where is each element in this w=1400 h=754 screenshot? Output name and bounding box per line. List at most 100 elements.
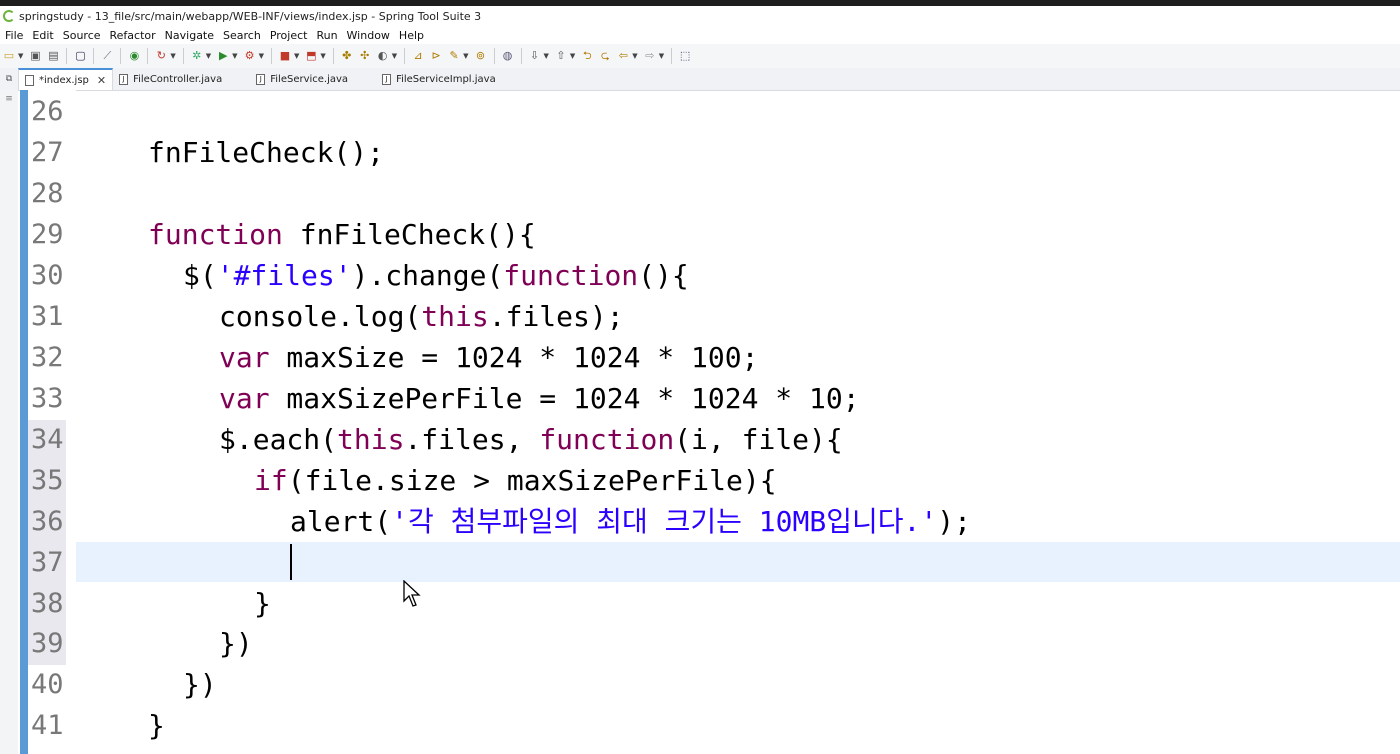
- stop-icon[interactable]: ■: [278, 49, 292, 63]
- menu-project[interactable]: Project: [270, 29, 308, 42]
- string-token: '#files': [216, 259, 352, 292]
- tab-label: FileController.java: [133, 73, 223, 85]
- code-line-40[interactable]: }): [183, 665, 217, 705]
- code-text: (i, file){: [674, 423, 843, 456]
- chevron-down-icon[interactable]: ▼: [18, 52, 23, 60]
- code-line-35[interactable]: if(file.size > maxSizePerFile){: [254, 461, 777, 501]
- line-number: 39: [31, 628, 64, 659]
- code-line-41[interactable]: }: [148, 706, 165, 746]
- outline-icon[interactable]: ≡: [4, 94, 14, 104]
- menu-file[interactable]: File: [5, 29, 23, 42]
- next-annotation-icon[interactable]: ⇩: [528, 49, 542, 63]
- tab-file-controller[interactable]: J FileController.java: [113, 68, 228, 90]
- new-class-icon[interactable]: ✣: [358, 49, 372, 63]
- code-text: }: [148, 709, 165, 742]
- keyword-token: if: [254, 464, 288, 497]
- toolbar-separator: [404, 48, 406, 64]
- keyword-token: function: [539, 423, 675, 456]
- chevron-down-icon[interactable]: ▼: [320, 52, 325, 60]
- open-type-icon[interactable]: ⊿: [411, 49, 425, 63]
- menu-refactor[interactable]: Refactor: [110, 29, 156, 42]
- pin-editor-icon[interactable]: ⬚: [678, 49, 692, 63]
- tab-label: *index.jsp: [39, 74, 89, 86]
- code-line-29[interactable]: function fnFileCheck(){: [148, 215, 536, 255]
- forward-icon[interactable]: ⇨: [643, 49, 657, 63]
- menu-window[interactable]: Window: [347, 29, 390, 42]
- keyword-token: this: [337, 423, 405, 456]
- code-line-32[interactable]: var maxSize = 1024 * 1024 * 100;: [219, 338, 758, 378]
- new-icon[interactable]: ▭: [2, 49, 16, 63]
- code-line-34[interactable]: $.each(this.files, function(i, file){: [219, 420, 843, 460]
- tab-file-service[interactable]: J FileService.java: [250, 68, 354, 90]
- code-text: );: [937, 505, 971, 538]
- java-file-icon: J: [119, 73, 129, 85]
- new-spring-project-icon[interactable]: ✤: [340, 49, 354, 63]
- last-edit-icon[interactable]: ⮌: [580, 49, 594, 63]
- line-number: 31: [31, 301, 64, 332]
- chevron-down-icon[interactable]: ▼: [392, 52, 397, 60]
- chevron-down-icon[interactable]: ▼: [206, 52, 211, 60]
- chevron-down-icon[interactable]: ▼: [659, 52, 664, 60]
- server-start-icon[interactable]: ◉: [127, 49, 141, 63]
- menu-run[interactable]: Run: [316, 29, 337, 42]
- menu-source[interactable]: Source: [63, 29, 101, 42]
- code-text: $(: [183, 259, 217, 292]
- line-number: 36: [31, 506, 64, 537]
- menu-edit[interactable]: Edit: [32, 29, 53, 42]
- globe-icon[interactable]: ◍: [501, 49, 515, 63]
- new-package-icon[interactable]: ◐: [376, 49, 390, 63]
- debug-icon[interactable]: ✲: [190, 49, 204, 63]
- code-line-38[interactable]: }: [254, 584, 271, 624]
- mouse-pointer-icon: [403, 580, 421, 607]
- code-line-30[interactable]: $('#files').change(function(){: [183, 256, 689, 296]
- back-icon[interactable]: ⇦: [616, 49, 630, 63]
- code-text: $.each(: [219, 423, 338, 456]
- code-line-39[interactable]: }): [219, 624, 253, 664]
- code-line-33[interactable]: var maxSizePerFile = 1024 * 1024 * 10;: [219, 379, 860, 419]
- tab-file-service-impl[interactable]: J FileServiceImpl.java: [376, 68, 502, 90]
- menu-help[interactable]: Help: [399, 29, 424, 42]
- chevron-down-icon[interactable]: ▼: [544, 52, 549, 60]
- chevron-down-icon[interactable]: ▼: [570, 52, 575, 60]
- deploy-icon[interactable]: ⬒: [304, 49, 318, 63]
- toolbar-separator: [182, 48, 184, 64]
- prev-annotation-icon[interactable]: ⇧: [554, 49, 568, 63]
- restore-icon[interactable]: ⧉: [2, 72, 16, 86]
- code-line-36[interactable]: alert('각 첨부파일의 최대 크기는 10MB입니다.');: [290, 502, 971, 542]
- line-number: 30: [31, 260, 64, 291]
- run-tools-icon[interactable]: ⚙: [243, 49, 257, 63]
- close-icon[interactable]: ✕: [97, 74, 106, 87]
- chevron-down-icon[interactable]: ▼: [632, 52, 637, 60]
- terminal-icon[interactable]: ▢: [73, 49, 87, 63]
- open-folder-icon[interactable]: ⊳: [429, 49, 443, 63]
- chevron-down-icon[interactable]: ▼: [463, 52, 468, 60]
- chevron-down-icon[interactable]: ▼: [259, 52, 264, 60]
- tab-label: FileServiceImpl.java: [396, 73, 496, 85]
- keyword-token: this: [421, 300, 489, 333]
- spring-app-icon: [3, 10, 15, 22]
- line-number: 40: [31, 669, 64, 700]
- pen-icon[interactable]: ✎: [447, 49, 461, 63]
- chevron-down-icon[interactable]: ▼: [170, 52, 175, 60]
- skip-breakpoints-icon[interactable]: ⟋: [100, 49, 114, 63]
- code-text: maxSize = 1024 * 1024 * 100;: [269, 341, 759, 374]
- run-icon[interactable]: ▶: [216, 49, 230, 63]
- toolbar-separator: [493, 48, 495, 64]
- refresh-icon[interactable]: ↻: [154, 49, 168, 63]
- history-icon[interactable]: ⮎: [598, 49, 612, 63]
- line-number: 33: [31, 383, 64, 414]
- chevron-down-icon[interactable]: ▼: [232, 52, 237, 60]
- code-text: alert(: [290, 505, 392, 538]
- chevron-down-icon[interactable]: ▼: [294, 52, 299, 60]
- menu-search[interactable]: Search: [223, 29, 261, 42]
- task-icon[interactable]: ⊚: [474, 49, 488, 63]
- tab-index-jsp[interactable]: *index.jsp ✕: [18, 68, 114, 90]
- code-line-31[interactable]: console.log(this.files);: [219, 297, 624, 337]
- menu-navigate[interactable]: Navigate: [165, 29, 214, 42]
- line-number: 38: [31, 588, 64, 619]
- save-all-icon[interactable]: ▤: [46, 49, 60, 63]
- save-icon[interactable]: ▣: [28, 49, 42, 63]
- code-line-27[interactable]: fnFileCheck();: [148, 133, 384, 173]
- tab-label: FileService.java: [270, 73, 349, 85]
- toolbar-separator: [66, 48, 68, 64]
